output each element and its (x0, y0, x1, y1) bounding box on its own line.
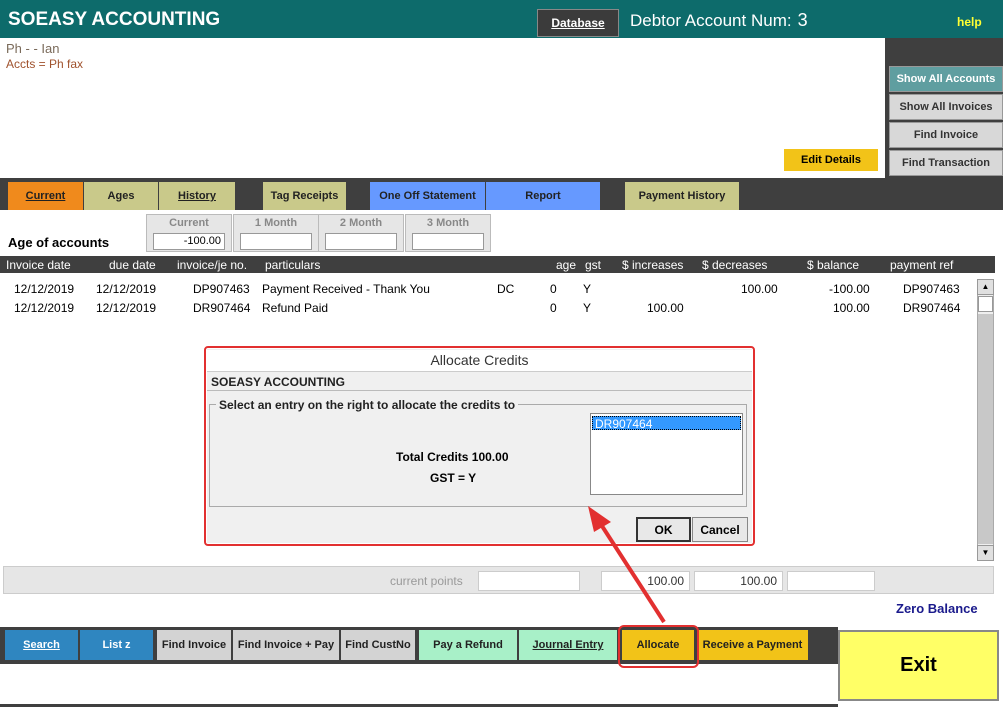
column-header-invoice-date[interactable]: Invoice date (6, 258, 71, 272)
current-points-label: current points (390, 574, 463, 588)
current-points-field (478, 571, 580, 591)
cell-age: 0 (550, 282, 557, 296)
total-decreases-field: 100.00 (694, 571, 783, 591)
cell-particulars: Refund Paid (262, 301, 329, 315)
age-3-month-box: 3 Month (405, 214, 491, 252)
age-1-month-box: 1 Month (233, 214, 319, 252)
find-transaction-button[interactable]: Find Transaction (889, 150, 1003, 176)
contact-accounts: Accts = Ph fax (6, 57, 84, 71)
cell-age: 0 (550, 301, 557, 315)
list-button[interactable]: List z (80, 630, 153, 660)
scroll-thumb[interactable] (978, 296, 993, 312)
column-header-balance[interactable]: $ balance (807, 258, 859, 272)
column-header-due-date[interactable]: due date (109, 258, 156, 272)
edit-details-button[interactable]: Edit Details (784, 149, 878, 171)
age-current-box: Current -100.00 (146, 214, 232, 252)
cell-code: DC (497, 282, 515, 296)
age-current-value: -100.00 (153, 233, 225, 250)
cell-invoice-date: 12/12/2019 (14, 301, 75, 315)
age-3-month-value (412, 233, 484, 250)
exit-button[interactable]: Exit (838, 630, 999, 701)
database-button[interactable]: Database (537, 9, 619, 37)
debtor-account-label: Debtor Account Num: (630, 11, 792, 30)
cell-invoice-no: DR907464 (193, 301, 251, 315)
show-all-invoices-button[interactable]: Show All Invoices (889, 94, 1003, 120)
age-2-month-label: 2 Month (339, 217, 383, 229)
cell-invoice-no: DP907463 (193, 282, 250, 296)
total-balance-field (787, 571, 875, 591)
allocate-highlight-frame (618, 625, 699, 668)
tab-report[interactable]: Report (486, 182, 600, 210)
age-1-month-label: 1 Month (254, 217, 298, 229)
column-header-particulars[interactable]: particulars (265, 258, 320, 272)
debtor-account-heading: Debtor Account Num: 3 (630, 10, 808, 31)
cell-balance: -100.00 (829, 282, 870, 296)
tab-history[interactable]: History (159, 182, 235, 210)
show-all-accounts-button[interactable]: Show All Accounts (889, 66, 1003, 92)
receive-payment-button[interactable]: Receive a Payment (697, 630, 808, 660)
age-3-month-label: 3 Month (426, 217, 470, 229)
pay-refund-button[interactable]: Pay a Refund (419, 630, 517, 660)
tab-current[interactable]: Current (8, 182, 83, 210)
contact-phone: Ph - - Ian (6, 41, 60, 56)
cell-due-date: 12/12/2019 (96, 301, 157, 315)
column-header-decreases[interactable]: $ decreases (702, 258, 767, 272)
column-header-gst[interactable]: gst (585, 258, 601, 272)
debtor-account-number: 3 (797, 10, 808, 30)
find-invoice-button[interactable]: Find Invoice (157, 630, 231, 660)
age-of-accounts-title: Age of accounts (8, 235, 110, 250)
scroll-up-arrow-icon[interactable]: ▲ (977, 279, 994, 295)
bottom-divider (0, 704, 838, 707)
cell-payment-ref: DP907463 (903, 282, 960, 296)
cell-payment-ref: DR907464 (903, 301, 961, 315)
age-1-month-value (240, 233, 312, 250)
column-header-age[interactable]: age (556, 258, 576, 272)
cell-gst: Y (583, 301, 592, 315)
cell-particulars: Payment Received - Thank You (262, 282, 430, 296)
cell-gst: Y (583, 282, 592, 296)
balance-status: Zero Balance (896, 601, 978, 616)
scroll-down-arrow-icon[interactable]: ▼ (977, 545, 994, 561)
column-header-invoice-no[interactable]: invoice/je no. (177, 258, 247, 272)
cell-increases: 100.00 (647, 301, 684, 315)
age-current-label: Current (169, 217, 209, 229)
cell-due-date: 12/12/2019 (96, 282, 157, 296)
age-2-month-box: 2 Month (318, 214, 404, 252)
tab-tag-receipts[interactable]: Tag Receipts (263, 182, 346, 210)
cell-invoice-date: 12/12/2019 (14, 282, 75, 296)
app-title: SOEASY ACCOUNTING (8, 9, 221, 30)
find-custno-button[interactable]: Find CustNo (341, 630, 415, 660)
total-increases-field: 100.00 (601, 571, 690, 591)
age-2-month-value (325, 233, 397, 250)
help-link[interactable]: help (957, 15, 982, 29)
scroll-track[interactable] (978, 314, 993, 544)
tab-one-off-statement[interactable]: One Off Statement (370, 182, 485, 210)
tab-payment-history[interactable]: Payment History (625, 182, 739, 210)
journal-entry-button[interactable]: Journal Entry (519, 630, 617, 660)
cell-decreases: 100.00 (741, 282, 778, 296)
column-header-payment-ref[interactable]: payment ref (890, 258, 953, 272)
column-header-increases[interactable]: $ increases (622, 258, 683, 272)
tab-ages[interactable]: Ages (84, 182, 158, 210)
search-button[interactable]: Search (5, 630, 78, 660)
find-invoice-side-button[interactable]: Find Invoice (889, 122, 1003, 148)
cell-balance: 100.00 (833, 301, 870, 315)
dialog-highlight-frame (204, 346, 755, 546)
find-invoice-pay-button[interactable]: Find Invoice + Pay (233, 630, 339, 660)
